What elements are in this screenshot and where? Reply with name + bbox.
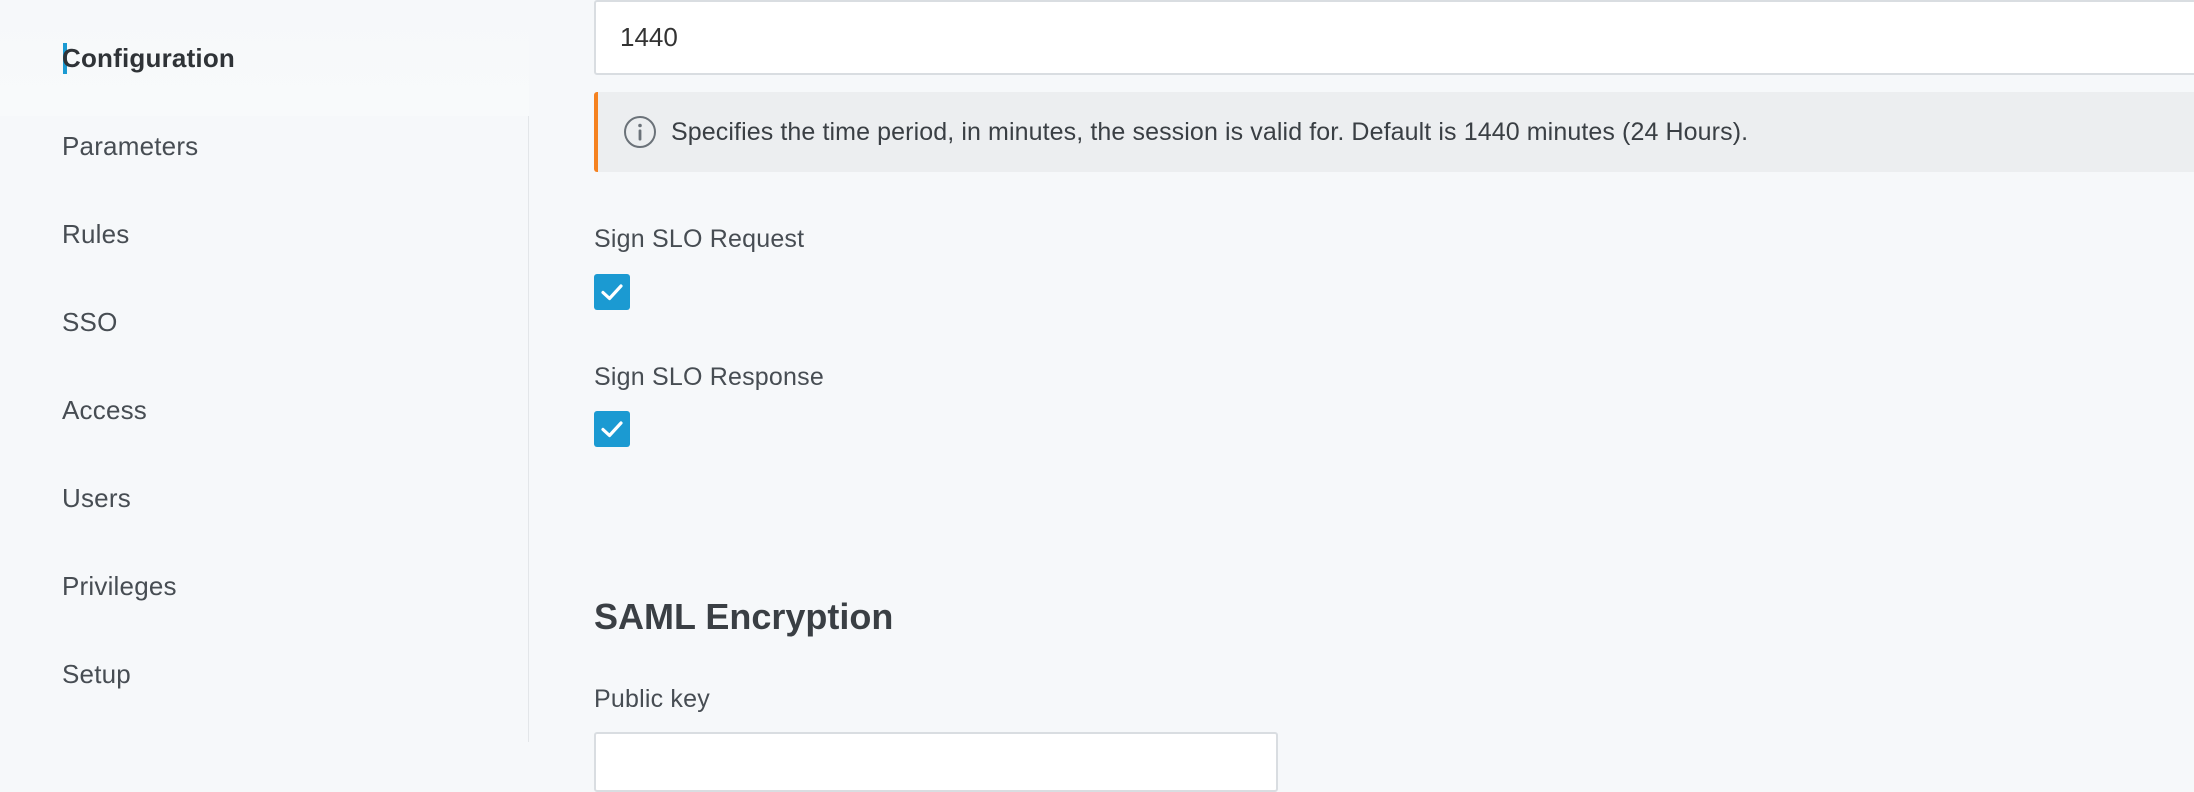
session-timeout-input[interactable] [594, 0, 2194, 75]
public-key-input[interactable] [594, 732, 1278, 792]
checkmark-icon [601, 421, 623, 438]
sidebar-item-rules[interactable]: Rules [62, 212, 129, 256]
checkmark-icon [601, 284, 623, 301]
info-circle-icon [623, 115, 657, 149]
sidebar-item-sso[interactable]: SSO [62, 300, 118, 344]
sign-slo-response-label: Sign SLO Response [594, 363, 824, 391]
sidebar: Configuration Parameters Rules SSO Acces… [0, 0, 529, 742]
info-text: Specifies the time period, in minutes, t… [671, 117, 1749, 146]
sidebar-item-access[interactable]: Access [62, 388, 147, 432]
public-key-label: Public key [594, 685, 710, 713]
saml-encryption-heading: SAML Encryption [594, 596, 894, 637]
sidebar-item-setup[interactable]: Setup [62, 652, 131, 696]
sidebar-item-configuration[interactable]: Configuration [62, 36, 235, 80]
main-content: Specifies the time period, in minutes, t… [530, 0, 2194, 792]
info-callout: Specifies the time period, in minutes, t… [594, 92, 2194, 172]
sign-slo-request-checkbox[interactable] [594, 274, 630, 310]
sidebar-item-parameters[interactable]: Parameters [62, 124, 198, 168]
sign-slo-response-checkbox[interactable] [594, 411, 630, 447]
sign-slo-request-label: Sign SLO Request [594, 225, 805, 253]
sidebar-item-users[interactable]: Users [62, 476, 131, 520]
sidebar-item-privileges[interactable]: Privileges [62, 564, 177, 608]
